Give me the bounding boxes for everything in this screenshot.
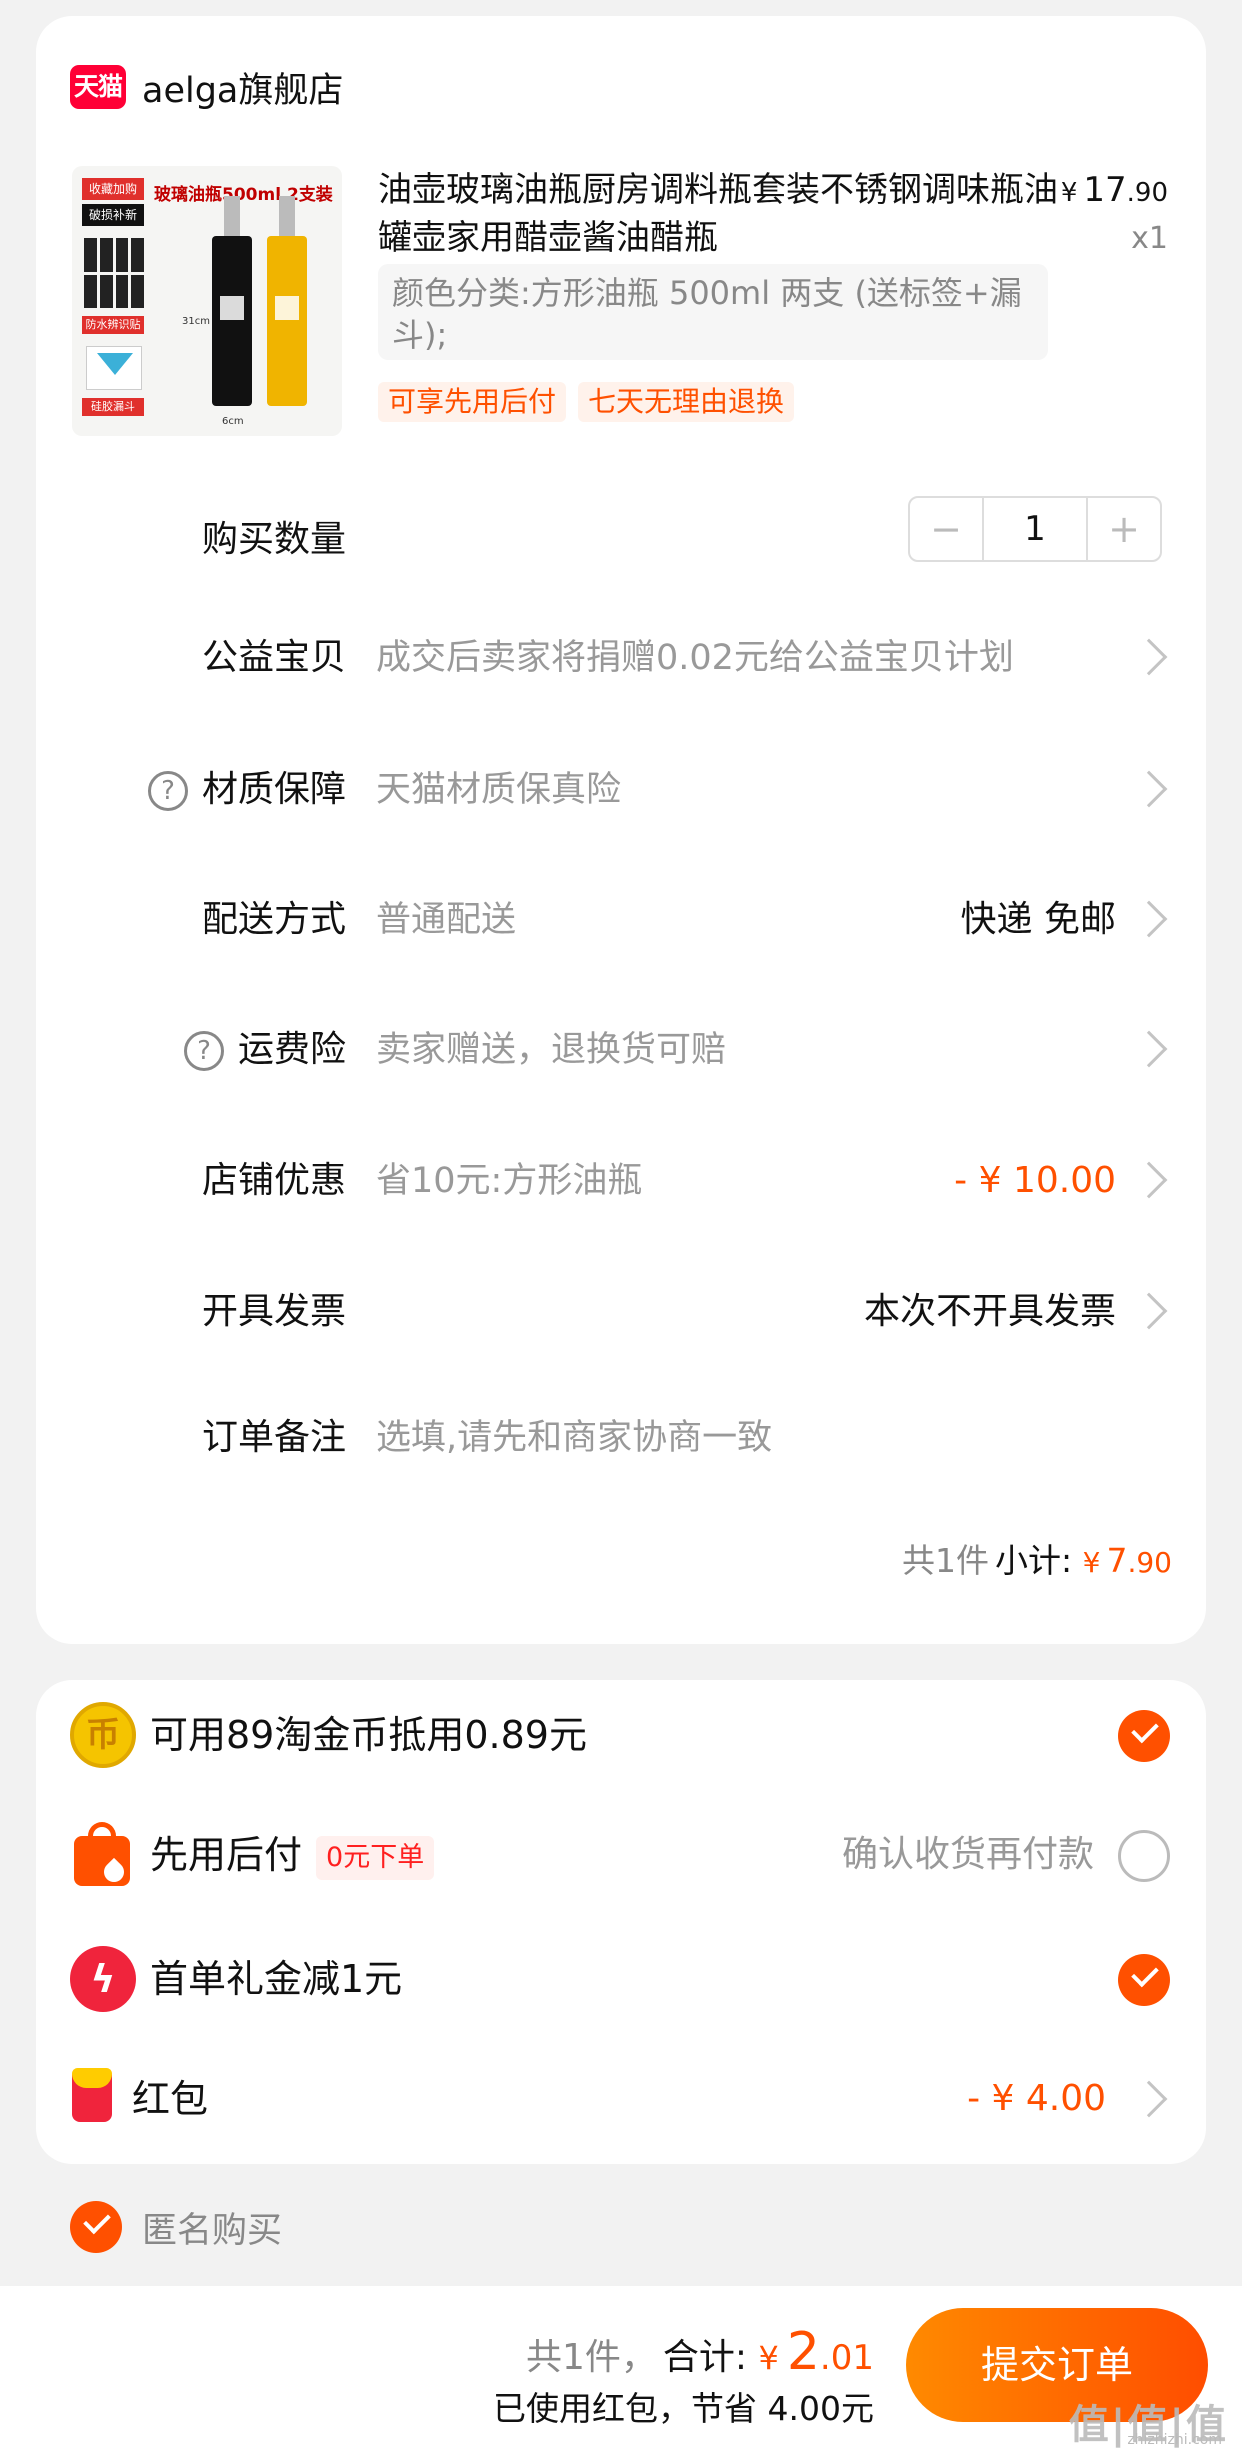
chevron-right-icon bbox=[1130, 1030, 1168, 1068]
subtotal-label: 小计: bbox=[995, 1541, 1073, 1580]
quantity-row: 购买数量 − 1 + bbox=[36, 496, 1206, 570]
order-note-label: 订单备注 bbox=[201, 1417, 346, 1458]
freight-insurance-value: 卖家赠送，退换货可赔 bbox=[376, 1030, 727, 1070]
chevron-right-icon bbox=[1130, 900, 1168, 938]
charity-row[interactable]: 公益宝贝 成交后卖家将捐赠0.02元给公益宝贝计划 bbox=[36, 628, 1206, 688]
funnel-graphic bbox=[86, 346, 142, 390]
chevron-right-icon bbox=[1130, 1292, 1168, 1330]
shipping-value: 普通配送 bbox=[376, 900, 517, 940]
first-order-checkbox[interactable] bbox=[1118, 1954, 1170, 2006]
store-discount-value: 省10元:方形油瓶 bbox=[376, 1161, 643, 1201]
promo-tags: 可享先用后付 七天无理由退换 bbox=[378, 382, 795, 422]
store-discount-label: 店铺优惠 bbox=[201, 1160, 346, 1201]
coins-checkbox[interactable] bbox=[1118, 1710, 1170, 1762]
product-price-block: ¥17.90 x1 bbox=[1061, 166, 1168, 261]
first-order-text: 首单礼金减1元 bbox=[150, 1957, 403, 2001]
label-stickers-graphic bbox=[84, 238, 144, 308]
order-card: 天猫 aelga旗舰店 玻璃油瓶500ml 2支装 收藏加购 破损补新 防水辨识… bbox=[36, 16, 1206, 1644]
product-price: ¥17.90 bbox=[1060, 170, 1168, 210]
subtotal-count: 共1件 bbox=[902, 1541, 990, 1580]
chevron-right-icon bbox=[1130, 2080, 1168, 2118]
order-total: 共1件， 合计: ¥2.01 bbox=[526, 2322, 874, 2388]
order-note-input[interactable]: 选填,请先和商家协商一致 bbox=[376, 1408, 772, 1468]
subtotal-amount: ¥7.90 bbox=[1082, 1541, 1172, 1580]
bottle-height-label: 31cm bbox=[182, 316, 210, 327]
invoice-row[interactable]: 开具发票 本次不开具发票 bbox=[36, 1282, 1206, 1342]
red-packet-row[interactable]: 红包 - ¥ 4.00 bbox=[36, 2064, 1206, 2134]
product-image-tag: 破损补新 bbox=[82, 204, 144, 226]
pay-later-text: 先用后付 0元下单 bbox=[150, 1820, 435, 1890]
pay-later-row[interactable]: 先用后付 0元下单 确认收货再付款 bbox=[36, 1820, 1206, 1890]
chevron-right-icon bbox=[1130, 638, 1168, 676]
bottle-width-label: 6cm bbox=[222, 416, 244, 427]
chevron-right-icon bbox=[1130, 770, 1168, 808]
product-image-title: 玻璃油瓶500ml 2支装 bbox=[154, 185, 333, 205]
chevron-right-icon bbox=[1130, 1161, 1168, 1199]
payment-options-card: 币 可用89淘金币抵用0.89元 先用后付 0元下单 确认收货再付款 ϟ 首单礼金… bbox=[36, 1680, 1206, 2164]
material-value: 天猫材质保真险 bbox=[376, 770, 622, 810]
invoice-label: 开具发票 bbox=[201, 1291, 346, 1332]
subtotal: 共1件 小计: ¥7.90 bbox=[902, 1536, 1172, 1588]
yellow-bottle-graphic bbox=[267, 196, 307, 406]
total-label: 合计: bbox=[662, 2337, 748, 2378]
shop-name[interactable]: aelga旗舰店 bbox=[142, 62, 343, 113]
material-label: ? 材质保障 bbox=[147, 760, 346, 820]
lightning-icon: ϟ bbox=[70, 1946, 136, 2012]
bottom-bar: 共1件， 合计: ¥2.01 已使用红包，节省 4.00元 提交订单 bbox=[0, 2286, 1242, 2449]
anonymous-checkbox[interactable] bbox=[70, 2201, 122, 2253]
freight-insurance-label: ? 运费险 bbox=[183, 1020, 346, 1080]
coins-text: 可用89淘金币抵用0.89元 bbox=[150, 1713, 587, 1757]
product-image[interactable]: 玻璃油瓶500ml 2支装 收藏加购 破损补新 防水辨识贴 硅胶漏斗 31cm … bbox=[72, 166, 342, 436]
saved-amount: 已使用红包，节省 4.00元 bbox=[493, 2389, 874, 2428]
product-image-tag: 防水辨识贴 bbox=[82, 316, 144, 334]
product-title[interactable]: 油壶玻璃油瓶厨房调料瓶套装不锈钢调味瓶油罐壶家用醋壶酱油醋瓶 bbox=[378, 166, 1058, 262]
coins-row[interactable]: 币 可用89淘金币抵用0.89元 bbox=[36, 1700, 1206, 1770]
red-packet-amount: - ¥ 4.00 bbox=[967, 2078, 1106, 2119]
material-row[interactable]: ? 材质保障 天猫材质保真险 bbox=[36, 760, 1206, 820]
shipping-method: 快递 免邮 bbox=[960, 899, 1116, 940]
promo-tag-return: 七天无理由退换 bbox=[578, 382, 795, 422]
question-icon[interactable]: ? bbox=[147, 771, 188, 811]
quantity-stepper[interactable]: − 1 + bbox=[908, 496, 1162, 562]
pay-later-desc: 确认收货再付款 bbox=[841, 1834, 1094, 1875]
shop-header[interactable]: 天猫 aelga旗舰店 bbox=[70, 60, 343, 114]
total-count: 共1件， bbox=[525, 2337, 657, 2378]
store-discount-amount: - ¥ 10.00 bbox=[954, 1160, 1116, 1201]
shipping-row[interactable]: 配送方式 普通配送 快递 免邮 bbox=[36, 890, 1206, 950]
store-discount-row[interactable]: 店铺优惠 省10元:方形油瓶 - ¥ 10.00 bbox=[36, 1151, 1206, 1211]
anonymous-label: 匿名购买 bbox=[142, 2210, 283, 2251]
total-amount: ¥2.01 bbox=[758, 2322, 874, 2382]
charity-value: 成交后卖家将捐赠0.02元给公益宝贝计划 bbox=[376, 638, 1014, 678]
product-sku[interactable]: 颜色分类:方形油瓶 500ml 两支 (送标签+漏斗); bbox=[378, 264, 1048, 360]
question-icon[interactable]: ? bbox=[183, 1031, 224, 1071]
red-packet-icon bbox=[72, 2068, 112, 2122]
order-note-row: 订单备注 选填,请先和商家协商一致 bbox=[36, 1408, 1206, 1468]
invoice-value: 本次不开具发票 bbox=[863, 1291, 1116, 1332]
freight-insurance-row[interactable]: ? 运费险 卖家赠送，退换货可赔 bbox=[36, 1020, 1206, 1080]
quantity-input[interactable]: 1 bbox=[982, 498, 1088, 560]
coin-icon: 币 bbox=[70, 1702, 136, 1768]
product-image-tag: 收藏加购 bbox=[82, 178, 144, 200]
quantity-label: 购买数量 bbox=[201, 519, 346, 560]
watermark-url: zhizhizhi.com bbox=[1127, 2432, 1222, 2448]
anonymous-purchase[interactable]: 匿名购买 bbox=[70, 2200, 282, 2254]
quantity-plus-button[interactable]: + bbox=[1088, 498, 1160, 560]
shopping-bag-icon bbox=[70, 1822, 136, 1888]
black-bottle-graphic bbox=[212, 196, 252, 406]
charity-label: 公益宝贝 bbox=[201, 637, 346, 678]
pay-later-radio[interactable] bbox=[1118, 1830, 1170, 1882]
product-image-tag: 硅胶漏斗 bbox=[82, 398, 144, 416]
red-packet-text: 红包 bbox=[132, 2077, 209, 2121]
promo-tag-pay-later: 可享先用后付 bbox=[378, 382, 567, 422]
shipping-label: 配送方式 bbox=[201, 899, 346, 940]
product-quantity: x1 bbox=[1131, 221, 1168, 256]
tmall-logo-icon: 天猫 bbox=[70, 65, 126, 109]
zero-down-badge: 0元下单 bbox=[316, 1835, 435, 1880]
first-order-row[interactable]: ϟ 首单礼金减1元 bbox=[36, 1944, 1206, 2014]
quantity-minus-button[interactable]: − bbox=[910, 498, 982, 560]
